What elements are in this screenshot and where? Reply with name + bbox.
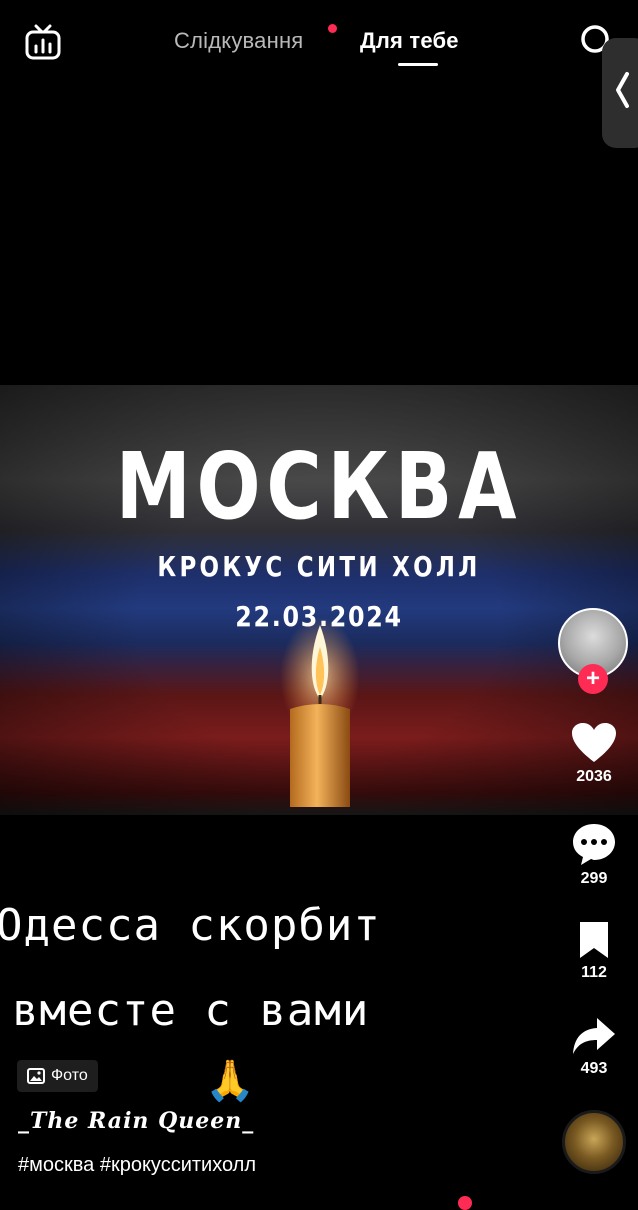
share-icon xyxy=(573,1018,615,1054)
hashtags[interactable]: #москва #крокусситихолл xyxy=(18,1154,256,1177)
tab-following[interactable]: Слідкування xyxy=(174,28,303,54)
red-indicator-dot xyxy=(458,1196,472,1210)
candle-illustration xyxy=(280,617,360,807)
bookmark-count: 112 xyxy=(581,964,607,981)
notification-dot xyxy=(328,24,337,33)
image-title: МОСКВА xyxy=(115,433,523,540)
image-icon xyxy=(27,1068,45,1084)
author-name[interactable]: _The Rain Queen_ xyxy=(18,1108,254,1134)
follow-button[interactable]: + xyxy=(578,664,608,694)
top-bar: Слідкування Для тебе xyxy=(0,0,638,148)
share-count: 493 xyxy=(580,1060,608,1077)
bookmark-icon xyxy=(580,922,608,958)
pray-emoji: 🙏 xyxy=(205,1059,255,1103)
active-tab-indicator xyxy=(398,63,438,66)
live-tv-icon[interactable] xyxy=(24,24,62,62)
side-panel-handle[interactable] xyxy=(602,38,638,148)
comment-icon xyxy=(573,824,615,865)
music-disc[interactable] xyxy=(562,1110,626,1174)
like-count: 2036 xyxy=(576,768,612,785)
heart-icon xyxy=(572,723,616,762)
like-button[interactable]: 2036 xyxy=(562,722,626,786)
comment-count: 299 xyxy=(580,870,608,887)
bookmark-button[interactable]: 112 xyxy=(562,920,626,982)
share-button[interactable]: 493 xyxy=(562,1016,626,1078)
tab-for-you[interactable]: Для тебе xyxy=(360,28,459,54)
photo-badge-label: Фото xyxy=(51,1067,88,1084)
image-subtitle: КРОКУС СИТИ ХОЛЛ xyxy=(157,550,481,583)
overlay-text-line-2: вместе с вами xyxy=(12,985,370,1036)
comment-button[interactable]: 299 xyxy=(562,822,626,888)
overlay-text-line-1: Одесса скорбит xyxy=(0,900,381,951)
chevron-left-icon xyxy=(616,72,629,108)
post-image[interactable]: МОСКВА КРОКУС СИТИ ХОЛЛ 22.03.2024 xyxy=(0,385,638,815)
photo-badge: Фото xyxy=(17,1060,98,1092)
